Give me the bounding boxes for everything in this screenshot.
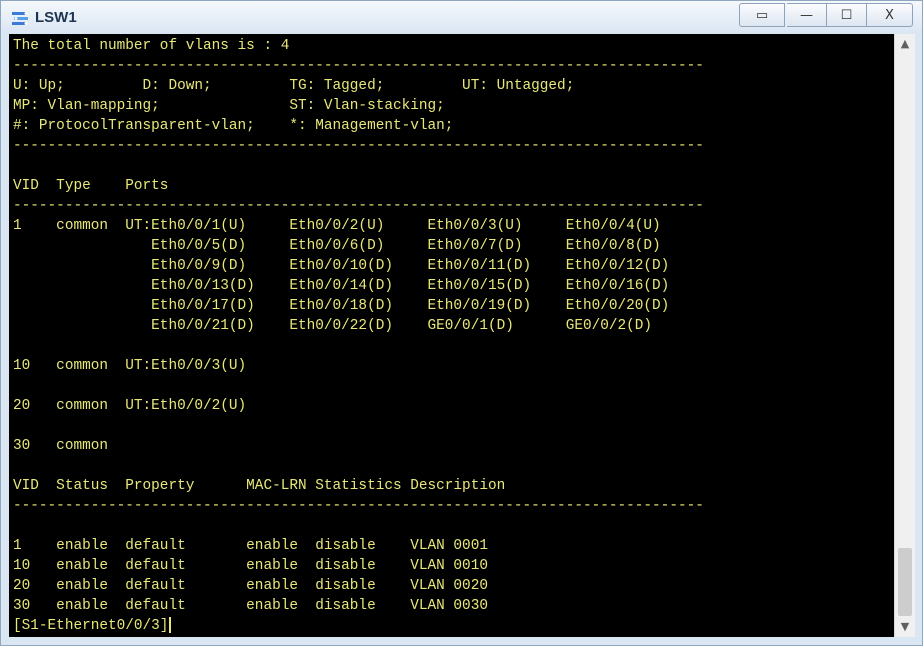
terminal-line: 30 enable default enable disable VLAN 00… [13, 598, 488, 614]
terminal-line: VID Type Ports [13, 178, 169, 194]
scroll-down-icon[interactable]: ▼ [895, 617, 915, 637]
terminal-line: 1 enable default enable disable VLAN 000… [13, 538, 488, 554]
terminal-line: 20 common UT:Eth0/0/2(U) [13, 398, 247, 414]
restore-icon[interactable]: ▭ [739, 3, 785, 27]
scroll-up-icon[interactable]: ▲ [895, 34, 915, 54]
prompt-text: [S1-Ethernet0/0/3] [13, 618, 169, 634]
terminal-line: ----------------------------------------… [13, 498, 704, 514]
terminal-line: VID Status Property MAC-LRN Statistics D… [13, 478, 506, 494]
terminal-line: Eth0/0/5(D) Eth0/0/6(D) Eth0/0/7(D) Eth0… [13, 238, 661, 254]
terminal-line: Eth0/0/13(D) Eth0/0/14(D) Eth0/0/15(D) E… [13, 278, 670, 294]
terminal-line: Eth0/0/9(D) Eth0/0/10(D) Eth0/0/11(D) Et… [13, 258, 670, 274]
vertical-scrollbar[interactable]: ▲ ▼ [894, 34, 915, 637]
terminal-line: U: Up; D: Down; TG: Tagged; UT: Untagged… [13, 78, 575, 94]
window-title: LSW1 [35, 9, 77, 26]
terminal-line: #: ProtocolTransparent-vlan; *: Manageme… [13, 118, 454, 134]
terminal-line: ----------------------------------------… [13, 58, 704, 74]
command-prompt[interactable]: [S1-Ethernet0/0/3] [13, 616, 704, 636]
terminal-line: 10 enable default enable disable VLAN 00… [13, 558, 488, 574]
terminal-line: 30 common [13, 438, 108, 454]
text-cursor [169, 617, 172, 634]
terminal-window: LSW1 ▭ — ☐ X The total number of vlans i… [0, 0, 923, 646]
terminal-line: 10 common UT:Eth0/0/3(U) [13, 358, 247, 374]
scroll-thumb[interactable] [898, 548, 912, 616]
title-bar[interactable]: LSW1 ▭ — ☐ X [1, 1, 922, 33]
terminal-line: 20 enable default enable disable VLAN 00… [13, 578, 488, 594]
terminal-line: ----------------------------------------… [13, 198, 704, 214]
terminal-line: Eth0/0/17(D) Eth0/0/18(D) Eth0/0/19(D) E… [13, 298, 670, 314]
switch-app-icon [12, 12, 28, 25]
minimize-button[interactable]: — [787, 3, 827, 27]
terminal-line: ----------------------------------------… [13, 138, 704, 154]
maximize-button[interactable]: ☐ [827, 3, 867, 27]
terminal-line: 1 common UT:Eth0/0/1(U) Eth0/0/2(U) Eth0… [13, 218, 661, 234]
terminal-line: MP: Vlan-mapping; ST: Vlan-stacking; [13, 98, 445, 114]
close-button[interactable]: X [867, 3, 913, 27]
terminal-line: Eth0/0/21(D) Eth0/0/22(D) GE0/0/1(D) GE0… [13, 318, 653, 334]
terminal-lines: The total number of vlans is : 4 --------… [13, 36, 704, 636]
terminal-output[interactable]: The total number of vlans is : 4 --------… [9, 34, 894, 637]
terminal-line: The total number of vlans is : 4 [13, 38, 290, 54]
